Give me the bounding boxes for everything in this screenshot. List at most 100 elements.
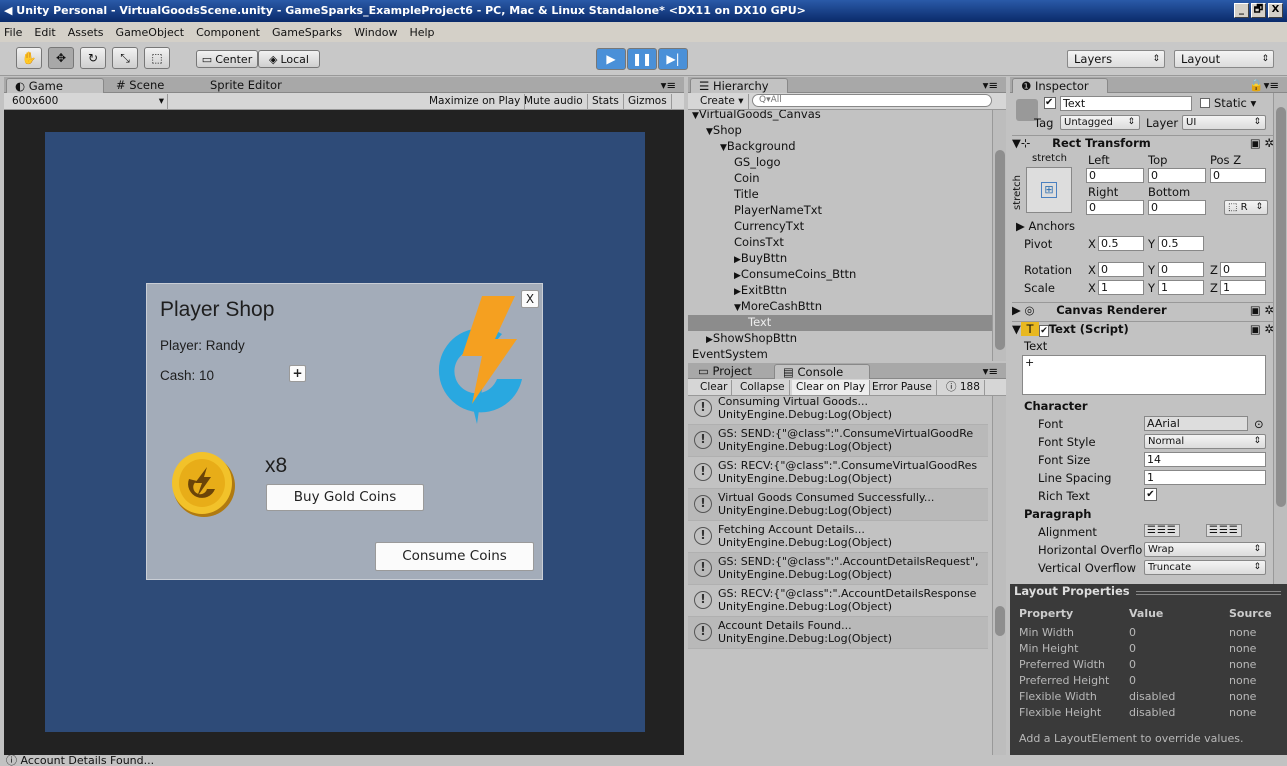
lock-icon[interactable]: 🔒▾≡ — [1241, 78, 1287, 93]
foldout-arrow-icon[interactable]: ▼ — [706, 127, 713, 137]
menu-component[interactable]: Component — [196, 26, 260, 39]
maximize-button[interactable]: 🗗 — [1251, 3, 1266, 18]
component-settings-icon[interactable]: ▣ ✲ — [1250, 303, 1274, 317]
scale-tool-icon[interactable]: ⤡ — [112, 47, 138, 69]
tag-dropdown[interactable]: Untagged — [1060, 115, 1140, 130]
log-count-toggle[interactable]: ⓘ 188 — [942, 380, 985, 395]
horizontal-overflow-dropdown[interactable]: Wrap — [1144, 542, 1266, 557]
menu-gameobject[interactable]: GameObject — [116, 26, 185, 39]
hierarchy-item[interactable]: PlayerNameTxt — [688, 203, 992, 219]
posz-input[interactable]: 0 — [1210, 168, 1266, 183]
hierarchy-item[interactable]: ▼Background — [688, 139, 992, 155]
tab-project[interactable]: ▭ Project — [690, 364, 760, 379]
close-window-button[interactable]: X — [1268, 3, 1283, 18]
menu-gamesparks[interactable]: GameSparks — [272, 26, 342, 39]
hierarchy-item[interactable]: CoinsTxt — [688, 235, 992, 251]
pivot-center-button[interactable]: ▭ Center — [196, 50, 258, 68]
foldout-arrow-icon[interactable]: ▶ — [734, 271, 741, 281]
rotation-x-input[interactable]: 0 — [1098, 262, 1144, 277]
top-input[interactable]: 0 — [1148, 168, 1206, 183]
console-log-entry[interactable]: ! GS: RECV:{"@class":".AccountDetailsResp… — [688, 585, 988, 617]
text-script-header[interactable]: ▼ T ✔Text (Script) ▣ ✲ — [1012, 321, 1274, 337]
stats-toggle[interactable]: Stats — [588, 94, 624, 109]
line-spacing-input[interactable]: 1 — [1144, 470, 1266, 485]
rect-tool-icon[interactable]: ⬚ — [144, 47, 170, 69]
right-input[interactable]: 0 — [1086, 200, 1144, 215]
tab-game[interactable]: ◐ Game — [6, 78, 104, 93]
raw-edit-button[interactable]: ⬚ R — [1224, 200, 1268, 215]
play-button[interactable]: ▶ — [596, 48, 626, 70]
tab-scene[interactable]: # Scene — [108, 78, 172, 93]
gizmos-dropdown[interactable]: Gizmos — [624, 94, 672, 109]
minimize-button[interactable]: _ — [1234, 3, 1249, 18]
menu-help[interactable]: Help — [409, 26, 434, 39]
menu-window[interactable]: Window — [354, 26, 397, 39]
pivot-local-button[interactable]: ◈ Local — [258, 50, 320, 68]
hierarchy-item[interactable]: Title — [688, 187, 992, 203]
tab-inspector[interactable]: ❶ Inspector — [1012, 78, 1108, 93]
tab-sprite-editor[interactable]: Sprite Editor — [202, 78, 290, 93]
hierarchy-search-input[interactable]: Q▾All — [752, 94, 992, 107]
foldout-arrow-icon[interactable]: ▶ — [734, 287, 741, 297]
rect-transform-header[interactable]: ▼⊹ Rect Transform ▣ ✲ — [1012, 135, 1274, 151]
pause-button[interactable]: ❚❚ — [627, 48, 657, 70]
scale-x-input[interactable]: 1 — [1098, 280, 1144, 295]
hierarchy-item[interactable]: ▶ConsumeCoins_Bttn — [688, 267, 992, 283]
font-size-input[interactable]: 14 — [1144, 452, 1266, 467]
foldout-arrow-icon[interactable]: ▶ — [706, 335, 713, 345]
console-log-entry[interactable]: ! GS: SEND:{"@class":".AccountDetailsRequ… — [688, 553, 988, 585]
pane-menu-icon[interactable]: ▾≡ — [653, 78, 684, 93]
step-button[interactable]: ▶| — [658, 48, 688, 70]
hierarchy-item[interactable]: ▶ShowShopBttn — [688, 331, 992, 347]
console-log-entry[interactable]: ! GS: SEND:{"@class":".ConsumeVirtualGood… — [688, 425, 988, 457]
scale-y-input[interactable]: 1 — [1158, 280, 1204, 295]
console-log-entry[interactable]: ! Account Details Found... UnityEngine.Deb… — [688, 617, 988, 649]
resolution-dropdown[interactable]: 600x600 ▾ — [8, 94, 168, 109]
layer-dropdown[interactable]: UI — [1182, 115, 1266, 130]
move-tool-icon[interactable]: ✥ — [48, 47, 74, 69]
mute-audio-toggle[interactable]: Mute audio — [520, 94, 588, 109]
font-field[interactable]: AArial — [1144, 416, 1248, 431]
enabled-checkbox[interactable]: ✔ — [1039, 325, 1049, 337]
anchor-presets-icon[interactable]: ⊞ — [1026, 167, 1072, 213]
inspector-scrollbar[interactable] — [1273, 93, 1287, 584]
object-picker-icon[interactable]: ⊙ — [1254, 417, 1264, 431]
pane-menu-icon[interactable]: ▾≡ — [975, 78, 1006, 93]
vertical-overflow-dropdown[interactable]: Truncate — [1144, 560, 1266, 575]
error-pause-toggle[interactable]: Error Pause — [868, 380, 937, 395]
foldout-arrow-icon[interactable]: ▼ — [720, 143, 727, 153]
pivot-x-input[interactable]: 0.5 — [1098, 236, 1144, 251]
canvas-renderer-header[interactable]: ▶ ◎ Canvas Renderer ▣ ✲ — [1012, 302, 1274, 318]
tab-console[interactable]: ▤ Console — [774, 364, 870, 379]
pivot-y-input[interactable]: 0.5 — [1158, 236, 1204, 251]
foldout-arrow-icon[interactable]: ▼ — [734, 303, 741, 313]
component-settings-icon[interactable]: ▣ ✲ — [1250, 136, 1274, 150]
clear-on-play-toggle[interactable]: Clear on Play — [792, 380, 871, 395]
console-log-entry[interactable]: ! Fetching Account Details... UnityEngine.… — [688, 521, 988, 553]
buy-gold-coins-button[interactable]: Buy Gold Coins — [266, 484, 424, 511]
foldout-arrow-icon[interactable]: ▼ — [692, 111, 699, 121]
foldout-arrow-icon[interactable]: ▶ — [734, 255, 741, 265]
static-dropdown[interactable]: Static ▾ — [1214, 96, 1256, 110]
object-name-input[interactable]: Text — [1060, 96, 1192, 111]
rich-text-checkbox[interactable]: ✔ — [1144, 488, 1157, 501]
console-log-entry[interactable]: ! GS: RECV:{"@class":".ConsumeVirtualGood… — [688, 457, 988, 489]
hierarchy-item[interactable]: Coin — [688, 171, 992, 187]
hierarchy-scrollbar[interactable] — [992, 110, 1006, 361]
console-log-entry[interactable]: ! Consuming Virtual Goods... UnityEngine.D… — [688, 396, 988, 425]
anchors-foldout[interactable]: ▶ Anchors — [1016, 219, 1075, 233]
menu-assets[interactable]: Assets — [68, 26, 104, 39]
hand-tool-icon[interactable]: ✋ — [16, 47, 42, 69]
horizontal-alignment-buttons[interactable]: ☰☰☰ — [1144, 524, 1180, 537]
menu-file[interactable]: File — [4, 26, 22, 39]
rotation-z-input[interactable]: 0 — [1220, 262, 1266, 277]
hierarchy-item[interactable]: ▶BuyBttn — [688, 251, 992, 267]
hierarchy-item[interactable]: EventSystem — [688, 347, 992, 361]
layers-dropdown[interactable]: Layers — [1067, 50, 1165, 68]
clear-button[interactable]: Clear — [696, 380, 733, 395]
hierarchy-item[interactable]: ▼MoreCashBttn — [688, 299, 992, 315]
menu-edit[interactable]: Edit — [34, 26, 55, 39]
layout-dropdown[interactable]: Layout — [1174, 50, 1274, 68]
bottom-input[interactable]: 0 — [1148, 200, 1206, 215]
maximize-on-play-toggle[interactable]: Maximize on Play — [425, 94, 526, 109]
